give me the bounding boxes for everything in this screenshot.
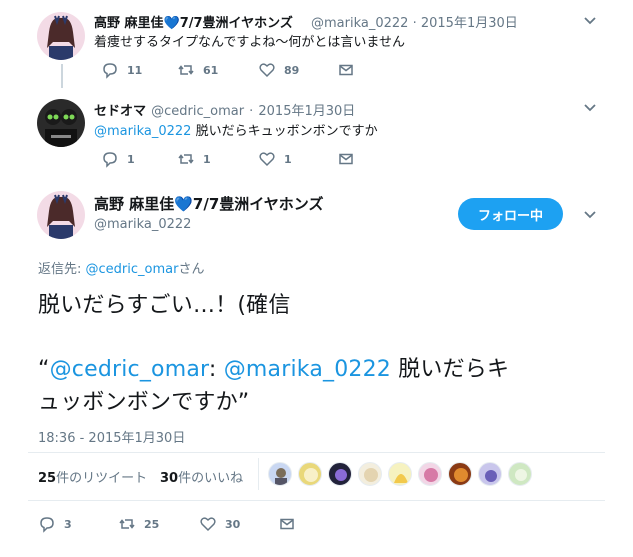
divider	[28, 500, 605, 501]
separator: ·	[412, 16, 417, 31]
avatar[interactable]	[37, 191, 85, 239]
reply-icon	[40, 517, 54, 533]
chevron-down-icon[interactable]	[583, 14, 597, 28]
reply-count: 11	[127, 63, 143, 77]
like-count: 1	[284, 152, 292, 166]
like-stat[interactable]: 30件のいいね	[160, 467, 243, 486]
divider	[28, 452, 605, 453]
main-author-name[interactable]: 高野 麻里佳💙7/7豊洲イヤホンズ	[94, 193, 324, 214]
quote-open: “	[38, 357, 50, 382]
reply-to-line: 返信先: @cedric_omarさん	[38, 258, 204, 277]
reply-button[interactable]: 11	[101, 61, 142, 79]
main-tweet-line1: 脱いだらすごい…！(確信	[38, 293, 291, 318]
quote-mention-link[interactable]: @marika_0222	[224, 357, 391, 382]
heart-icon	[200, 517, 216, 532]
message-icon[interactable]	[338, 62, 354, 78]
retweet-stat[interactable]: 25件のリツイート	[38, 467, 147, 486]
reply-to-link[interactable]: @cedric_omar	[86, 262, 179, 277]
liker-avatar[interactable]	[328, 462, 352, 486]
mention-link[interactable]: @marika_0222	[94, 124, 191, 139]
message-icon[interactable]	[338, 151, 354, 167]
author-handle[interactable]: @marika_0222 · 2015年1月30日	[311, 12, 518, 31]
handle-text[interactable]: @marika_0222	[311, 16, 408, 31]
quote-rest-1: 脱いだらキ	[391, 357, 510, 382]
main-tweet-quote-line: “@cedric_omar: @marika_0222 脱いだらキ	[38, 351, 509, 383]
liker-avatar[interactable]	[388, 462, 412, 486]
retweet-stat-label: 件のリツイート	[56, 471, 148, 486]
author-line: セドオマ @cedric_omar · 2015年1月30日	[94, 100, 355, 119]
retweet-icon	[178, 65, 194, 75]
heart-icon	[259, 63, 275, 78]
like-count: 30	[225, 517, 241, 531]
message-icon[interactable]	[279, 516, 295, 532]
main-tweet-quote-line2: ュッボンボンですか”	[38, 390, 250, 415]
tweet-date[interactable]: 2015年1月30日	[421, 16, 518, 31]
like-stat-label: 件のいいね	[178, 471, 244, 486]
separator: ·	[249, 104, 254, 119]
retweet-icon	[178, 154, 194, 164]
liker-avatar[interactable]	[298, 462, 322, 486]
retweet-stat-count: 25	[38, 471, 57, 486]
reply-to-prefix: 返信先:	[38, 262, 86, 277]
like-button[interactable]: 30	[199, 515, 240, 533]
liker-avatar[interactable]	[478, 462, 502, 486]
avatar[interactable]	[37, 12, 85, 60]
liker-avatar[interactable]	[508, 462, 532, 486]
reply-to-suffix: さん	[178, 262, 205, 277]
heart-icon	[259, 152, 275, 167]
author-name[interactable]: セドオマ	[94, 104, 146, 119]
main-author-handle[interactable]: @marika_0222	[94, 217, 191, 232]
liker-avatar[interactable]	[418, 462, 442, 486]
retweet-button[interactable]: 1	[177, 150, 211, 168]
reply-button[interactable]: 1	[101, 150, 135, 168]
retweet-button[interactable]: 25	[118, 515, 159, 533]
reply-count: 1	[127, 152, 135, 166]
like-stat-count: 30	[160, 471, 179, 486]
liker-avatar[interactable]	[268, 462, 292, 486]
quote-colon: :	[208, 357, 224, 382]
like-count: 89	[284, 63, 300, 77]
thread-line	[61, 64, 63, 88]
liker-avatar[interactable]	[358, 462, 382, 486]
following-button[interactable]: フォロー中	[458, 198, 563, 230]
liker-avatar[interactable]	[448, 462, 472, 486]
tweet-text-rest: 脱いだらキュッボンボンですか	[191, 124, 378, 139]
avatar[interactable]	[37, 99, 85, 147]
handle-text[interactable]: @cedric_omar	[151, 104, 244, 119]
retweet-button[interactable]: 61	[177, 61, 218, 79]
like-button[interactable]: 1	[258, 150, 292, 168]
reply-icon	[103, 63, 117, 79]
reply-button[interactable]: 3	[38, 515, 72, 533]
retweet-count: 1	[203, 152, 211, 166]
tweet-text: 着痩せするタイプなんですよね〜何がとは言いません	[94, 35, 405, 50]
reply-icon	[103, 152, 117, 168]
retweet-icon	[119, 519, 135, 529]
like-button[interactable]: 89	[258, 61, 299, 79]
reply-count: 3	[64, 517, 72, 531]
chevron-down-icon[interactable]	[583, 208, 597, 222]
quote-user-link[interactable]: @cedric_omar	[50, 357, 209, 382]
tweet-date[interactable]: 2015年1月30日	[258, 104, 355, 119]
tweet-text: @marika_0222 脱いだらキュッボンボンですか	[94, 120, 378, 139]
stat-separator	[258, 458, 259, 490]
tweet-timestamp[interactable]: 18:36 - 2015年1月30日	[38, 427, 185, 446]
retweet-count: 61	[203, 63, 219, 77]
author-name[interactable]: 高野 麻里佳💙7/7豊洲イヤホンズ	[94, 12, 293, 31]
liker-avatars	[268, 462, 538, 486]
chevron-down-icon[interactable]	[583, 101, 597, 115]
retweet-count: 25	[144, 517, 160, 531]
